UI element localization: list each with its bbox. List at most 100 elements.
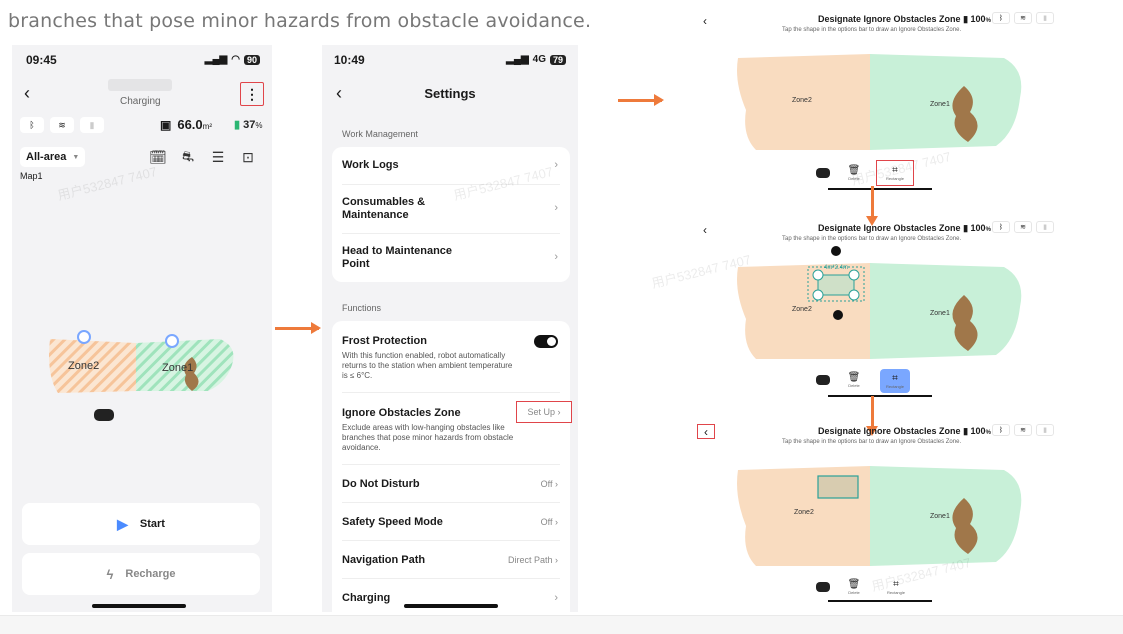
chevron-down-icon: ▼ [72, 153, 80, 161]
page-footer-strip [0, 615, 1123, 634]
cellular-icon[interactable]: ▮ [1036, 424, 1054, 436]
bluetooth-icon[interactable]: ᛒ [992, 221, 1010, 233]
start-label: Start [139, 518, 165, 530]
zone2-pin-icon[interactable] [77, 330, 91, 344]
phone-home-screen: 09:45 ▂▄▆ ◠ 90 ‹ Charging ⋮ ᛒ ≋ ▮ ▣ 66.0… [12, 45, 272, 612]
navigation-path-label: Navigation Path [342, 554, 426, 566]
back-icon[interactable]: ‹ [703, 14, 707, 28]
safety-speed-row[interactable]: Safety Speed Mode Off › [342, 503, 560, 541]
bluetooth-icon[interactable]: ᛒ [992, 424, 1010, 436]
battery-unit: % [255, 121, 263, 130]
rectangle-tool-button[interactable]: ⌗ Rectangle [880, 369, 910, 393]
wifi-icon[interactable]: ≋ [1014, 424, 1032, 436]
wifi-icon[interactable]: ≋ [1014, 12, 1032, 24]
status-bar-indicators: ▂▄▆ 4G 79 [506, 54, 566, 65]
navigation-path-row[interactable]: Navigation Path Direct Path › [342, 541, 560, 579]
navigation-path-value: Direct Path › [507, 555, 558, 565]
wifi-icon[interactable]: ≋ [50, 117, 74, 133]
start-button[interactable]: ▶ Start [22, 503, 260, 545]
adjust-icon[interactable]: ☰ [208, 147, 228, 167]
flow-arrow [866, 186, 878, 226]
status-time: 10:49 [334, 53, 365, 67]
head-to-maintenance-row[interactable]: Head to Maintenance Point › [342, 234, 560, 282]
consumables-row[interactable]: Consumables & Maintenance › [342, 185, 560, 234]
ignore-zone-rect[interactable] [817, 475, 859, 499]
zone2-label: Zone2 [792, 97, 812, 104]
wifi-icon: ◠ [231, 54, 240, 65]
home-indicator [92, 604, 186, 608]
wifi-icon[interactable]: ≋ [1014, 221, 1032, 233]
do-not-disturb-row[interactable]: Do Not Disturb Off › [342, 465, 560, 503]
toolbar-underline [828, 600, 932, 602]
zone1-label: Zone1 [930, 310, 950, 317]
cellular-icon[interactable]: ▮ [1036, 12, 1054, 24]
more-options-button[interactable]: ⋮ [240, 82, 264, 106]
device-status: Charging [120, 96, 161, 107]
lock-icon[interactable]: ⊡ [238, 147, 258, 167]
back-button[interactable]: ‹ [697, 424, 715, 439]
flow-arrow [275, 322, 321, 334]
bluetooth-icon[interactable]: ᛒ [20, 117, 44, 133]
cellular-icon[interactable]: ▮ [80, 117, 104, 133]
panel-battery: 100 [970, 426, 986, 436]
back-icon[interactable]: ‹ [24, 83, 30, 104]
rotate-handle-icon[interactable] [831, 246, 841, 256]
page-title: Settings [424, 86, 476, 101]
ignore-obstacles-row[interactable]: Ignore Obstacles Zone Exclude areas with… [342, 393, 572, 465]
ignore-obstacles-description: Exclude areas with low-hanging obstacles… [342, 423, 514, 452]
lawn-map: Zone2 Zone1 [737, 466, 1022, 566]
do-not-disturb-value: Off › [540, 479, 558, 489]
dimension-label: 4m*2.4m [824, 265, 848, 271]
zone1-label: Zone1 [930, 101, 950, 108]
resize-handle[interactable] [848, 289, 860, 301]
zone2-label: Zone2 [792, 306, 812, 313]
delete-tool-button[interactable]: 🗑 Delete [840, 369, 868, 391]
safety-speed-value-text: Off [540, 517, 553, 527]
cellular-icon[interactable]: ▮ [1036, 221, 1054, 233]
resize-handle[interactable] [812, 269, 824, 281]
area-select[interactable]: All-area ▼ [20, 147, 86, 167]
charging-station-icon [816, 168, 830, 178]
panel-battery: 100 [970, 14, 986, 24]
rectangle-label: Rectangle [885, 384, 904, 389]
battery-icon: ▮ [963, 14, 969, 24]
bluetooth-icon[interactable]: ᛒ [992, 12, 1010, 24]
back-icon[interactable]: ‹ [703, 223, 707, 237]
toolbar-underline [828, 395, 932, 397]
watermark: 用户532847 7407 [55, 163, 159, 204]
charging-station-icon [816, 582, 830, 592]
mower-icon[interactable]: ⛐ [178, 147, 198, 167]
work-logs-label: Work Logs [342, 159, 399, 171]
panel-battery-unit: % [985, 18, 991, 24]
rectangle-icon: ⌗ [892, 373, 898, 384]
delete-tool-button[interactable]: 🗑 Delete [840, 576, 868, 598]
panel-title: Designate Ignore Obstacles Zone ▮ 100% [818, 426, 991, 437]
chevron-right-icon: › [554, 251, 558, 263]
back-icon: ‹ [704, 424, 708, 439]
ignore-obstacles-label: Ignore Obstacles Zone [342, 407, 461, 419]
panel-title-text: Designate Ignore Obstacles Zone [818, 14, 961, 24]
signal-icon: ▂▄▆ [204, 54, 228, 65]
panel-battery-unit: % [985, 430, 991, 436]
tutorial-screenshot: { "caption": "branches that pose minor h… [0, 0, 1123, 634]
zone1-pin-icon[interactable] [165, 334, 179, 348]
frost-protection-description: With this function enabled, robot automa… [342, 351, 513, 380]
play-icon: ▶ [117, 515, 128, 532]
zone2-label: Zone2 [794, 509, 814, 516]
close-icon[interactable] [833, 310, 843, 320]
navigation-path-value-text: Direct Path [507, 555, 553, 565]
zone1-label: Zone1 [930, 513, 950, 520]
section-header-functions: Functions [342, 303, 382, 313]
recharge-button[interactable]: ϟ Recharge [22, 553, 260, 595]
lawn-map: Zone2 Zone1 [49, 330, 234, 421]
setup-button[interactable]: Set Up › [516, 401, 572, 423]
frost-protection-toggle[interactable] [534, 335, 558, 348]
chevron-right-icon: › [554, 159, 558, 171]
ignore-zone-rect[interactable] [817, 274, 855, 296]
resize-handle[interactable] [812, 289, 824, 301]
resize-handle[interactable] [848, 269, 860, 281]
charging-station-icon [816, 375, 830, 385]
chevron-right-icon: › [554, 592, 558, 604]
battery-indicator: 90 [243, 54, 260, 65]
panel-title: Designate Ignore Obstacles Zone ▮ 100% [818, 223, 991, 234]
